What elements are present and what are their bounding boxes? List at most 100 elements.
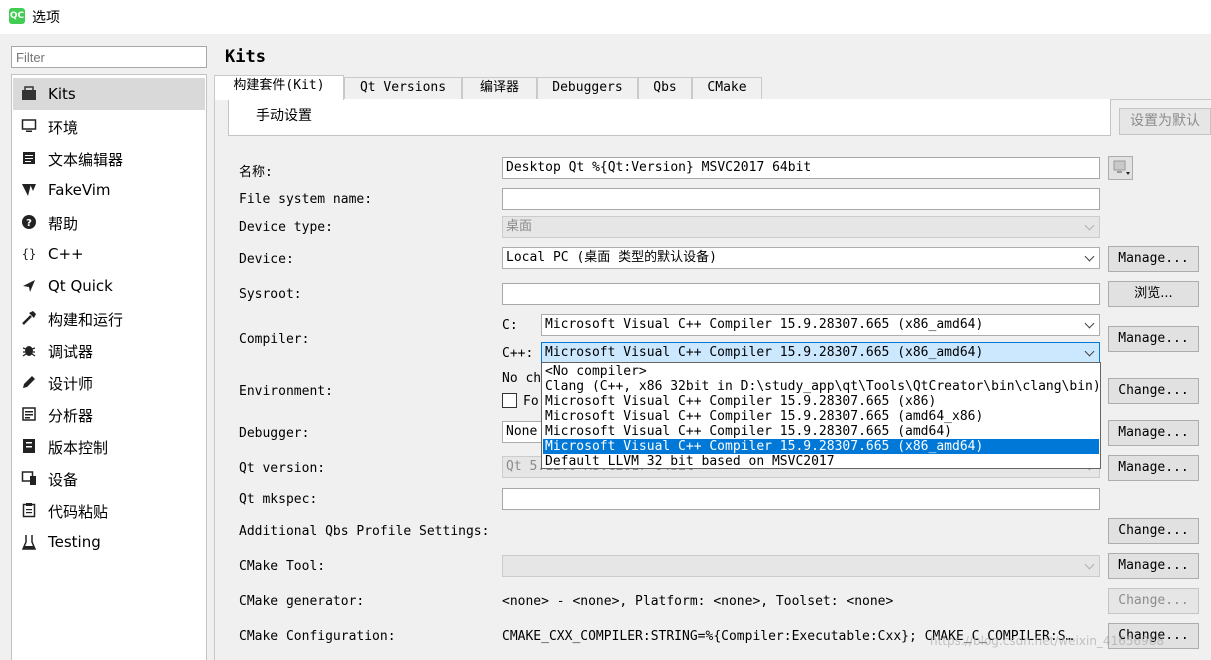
debugger-value: None: [506, 424, 538, 439]
device-label: Device:: [239, 252, 294, 267]
device-manage-button[interactable]: Manage...: [1108, 246, 1199, 272]
kit-name-field[interactable]: Desktop Qt %{Qt:Version} MSVC2017 64bit: [502, 157, 1100, 179]
cmake-tool-label: CMake Tool:: [239, 559, 326, 574]
sidebar-item-build-run[interactable]: 构建和运行: [13, 302, 205, 334]
title-bar: QC 选项: [0, 0, 1211, 34]
sidebar-item-kits[interactable]: Kits: [13, 78, 205, 110]
qt-version-manage-button[interactable]: Manage...: [1108, 455, 1199, 481]
cmake-tool-manage-button[interactable]: Manage...: [1108, 553, 1199, 579]
watermark: https://blog.csdn.net/weixin_41656968: [930, 634, 1165, 648]
kit-icon-button[interactable]: [1108, 156, 1133, 180]
compiler-cxx-label: C++:: [502, 346, 534, 361]
chevron-down-icon: [1086, 561, 1094, 569]
compiler-cxx-dropdown: <No compiler> Clang (C++, x86 32bit in D…: [541, 362, 1101, 469]
sidebar-item-label: Testing: [48, 533, 101, 551]
cmake-tool-combo[interactable]: [502, 555, 1100, 577]
sysroot-browse-button[interactable]: 浏览...: [1108, 281, 1199, 307]
qt-creator-app-icon: QC: [9, 8, 25, 24]
compiler-option-clang[interactable]: Clang (C++, x86 32bit in D:\study_app\qt…: [543, 379, 1099, 394]
compiler-option-msvc-amd64-x86[interactable]: Microsoft Visual C++ Compiler 15.9.28307…: [543, 409, 1099, 424]
page-title: Kits: [225, 47, 266, 67]
sysroot-label: Sysroot:: [239, 287, 302, 302]
category-list: Kits 环境 文本编辑器 FakeVim ? 帮助 {} C++ Qt Qui…: [11, 74, 207, 660]
environment-change-button[interactable]: Change...: [1108, 378, 1199, 404]
qbs-profile-change-button[interactable]: Change...: [1108, 518, 1199, 544]
cmake-generator-label: CMake generator:: [239, 594, 365, 609]
environment-checkbox-label: Fo: [523, 394, 539, 409]
tab-cmake[interactable]: CMake: [692, 77, 762, 99]
qt-mkspec-label: Qt mkspec:: [239, 492, 318, 507]
tab-compilers[interactable]: 编译器: [462, 77, 537, 99]
tab-kits[interactable]: 构建套件(Kit): [214, 75, 344, 100]
bug-icon: [21, 342, 37, 358]
debugger-label: Debugger:: [239, 426, 310, 441]
braces-icon: {}: [21, 247, 37, 261]
sidebar-item-label: 分析器: [48, 407, 94, 425]
sidebar-item-help[interactable]: ? 帮助: [13, 206, 205, 238]
compiler-cxx-combo[interactable]: Microsoft Visual C++ Compiler 15.9.28307…: [541, 342, 1100, 364]
debugger-manage-button[interactable]: Manage...: [1108, 420, 1199, 446]
device-type-value: 桌面: [506, 219, 533, 234]
fs-name-label: File system name:: [239, 192, 373, 207]
tab-debuggers[interactable]: Debuggers: [537, 77, 638, 99]
sidebar-item-designer[interactable]: 设计师: [13, 366, 205, 398]
sidebar-item-code-paster[interactable]: 代码粘贴: [13, 494, 205, 526]
text-editor-icon: [21, 150, 37, 166]
sidebar-item-label: 设备: [48, 471, 79, 489]
compiler-option-none[interactable]: <No compiler>: [543, 364, 1099, 379]
help-icon: ?: [21, 214, 37, 230]
name-label: 名称:: [239, 165, 273, 180]
sidebar-item-label: Kits: [48, 85, 76, 103]
sidebar-item-testing[interactable]: Testing: [13, 526, 205, 558]
compiler-c-combo[interactable]: Microsoft Visual C++ Compiler 15.9.28307…: [541, 314, 1100, 336]
sidebar-item-label: 设计师: [48, 375, 94, 393]
device-type-combo[interactable]: 桌面: [502, 216, 1100, 238]
sidebar-item-fakevim[interactable]: FakeVim: [13, 174, 205, 206]
pen-icon: [21, 374, 37, 390]
sidebar-item-analyzer[interactable]: 分析器: [13, 398, 205, 430]
compiler-option-msvc-amd64[interactable]: Microsoft Visual C++ Compiler 15.9.28307…: [543, 424, 1099, 439]
sidebar-item-qt-quick[interactable]: Qt Quick: [13, 270, 205, 302]
analyzer-icon: [21, 406, 37, 422]
monitor-icon: [21, 118, 37, 134]
sidebar-item-label: Qt Quick: [48, 277, 113, 295]
tab-qbs[interactable]: Qbs: [638, 77, 692, 99]
sidebar-item-label: 环境: [48, 119, 79, 137]
chevron-down-icon: [1086, 222, 1094, 230]
version-control-icon: [21, 438, 37, 454]
compiler-option-llvm[interactable]: Default LLVM 32 bit based on MSVC2017: [543, 454, 1099, 468]
environment-label: Environment:: [239, 384, 333, 399]
cmake-generator-change-button[interactable]: Change...: [1108, 588, 1199, 614]
sysroot-field[interactable]: [502, 283, 1100, 305]
compiler-option-msvc-x86[interactable]: Microsoft Visual C++ Compiler 15.9.28307…: [543, 394, 1099, 409]
hammer-icon: [21, 310, 37, 326]
compiler-manage-button[interactable]: Manage...: [1108, 326, 1199, 352]
sidebar-item-version-control[interactable]: 版本控制: [13, 430, 205, 462]
sidebar-item-text-editor[interactable]: 文本编辑器: [13, 142, 205, 174]
qt-mkspec-field[interactable]: [502, 488, 1100, 510]
kit-list[interactable]: 手动设置: [228, 99, 1111, 136]
tab-qt-versions[interactable]: Qt Versions: [344, 77, 462, 99]
filter-input[interactable]: [11, 46, 207, 68]
environment-checkbox[interactable]: [502, 393, 517, 408]
sidebar-item-cpp[interactable]: {} C++: [13, 238, 205, 270]
fs-name-field[interactable]: [502, 188, 1100, 210]
environment-summary: No ch: [502, 371, 542, 386]
compiler-label: Compiler:: [239, 332, 310, 347]
chevron-down-icon: [1086, 320, 1094, 328]
make-default-button[interactable]: 设置为默认: [1119, 108, 1211, 135]
compiler-c-value: Microsoft Visual C++ Compiler 15.9.28307…: [545, 317, 984, 332]
device-value: Local PC (桌面 类型的默认设备): [506, 250, 717, 265]
qt-version-label: Qt version:: [239, 461, 326, 476]
sidebar-item-devices[interactable]: 设备: [13, 462, 205, 494]
device-type-label: Device type:: [239, 220, 333, 235]
sidebar-item-debugger[interactable]: 调试器: [13, 334, 205, 366]
kit-group-manual[interactable]: 手动设置: [256, 105, 312, 125]
sidebar-item-label: 调试器: [48, 343, 94, 361]
sidebar-item-label: 构建和运行: [48, 311, 124, 329]
device-combo[interactable]: Local PC (桌面 类型的默认设备): [502, 247, 1100, 269]
chevron-down-icon: [1086, 253, 1094, 261]
compiler-option-msvc-x86-amd64[interactable]: Microsoft Visual C++ Compiler 15.9.28307…: [543, 439, 1099, 454]
sidebar-item-environment[interactable]: 环境: [13, 110, 205, 142]
fakevim-icon: [21, 182, 37, 198]
